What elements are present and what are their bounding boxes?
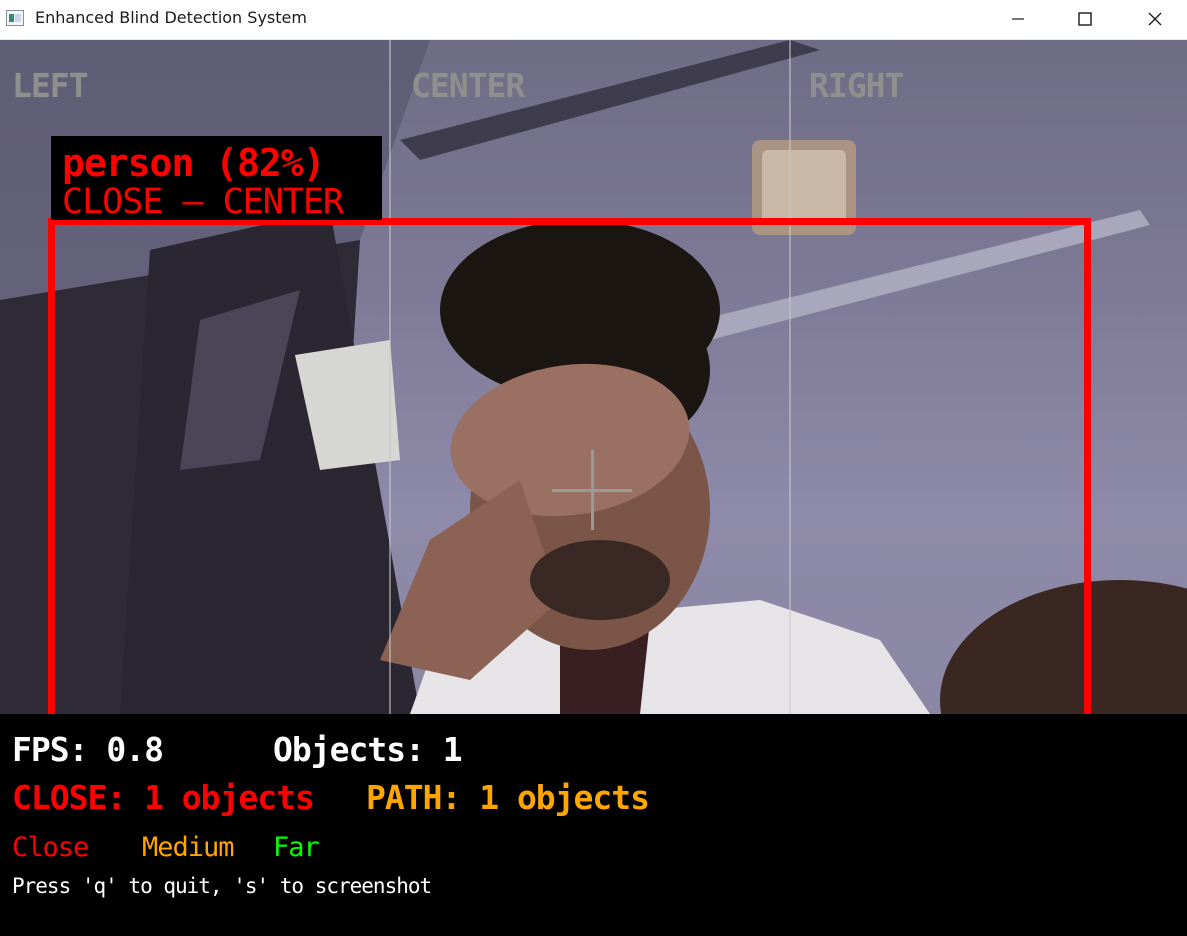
detection-proximity: CLOSE — CENTER [62,182,344,222]
legend-medium: Medium [142,832,235,863]
zone-label-center: CENTER [411,66,525,105]
legend-close: Close [12,832,89,863]
window-title: Enhanced Blind Detection System [35,8,307,27]
info-panel: FPS: 0.8 Objects: 1 CLOSE: 1 objects PAT… [0,714,1187,936]
path-objects-count: PATH: 1 objects [366,778,650,817]
legend-far: Far [273,832,320,863]
camera-feed: LEFT CENTER RIGHT person (82%) CLOSE — C… [0,40,1187,714]
objects-count: Objects: 1 [273,730,463,769]
fps-readout: FPS: 0.8 [12,730,164,769]
detection-label: person (82%) [62,141,326,185]
close-objects-count: CLOSE: 1 objects [12,778,315,817]
minimize-icon [1012,18,1024,20]
title-bar: Enhanced Blind Detection System [0,0,1187,40]
zone-label-right: RIGHT [809,66,904,105]
help-text: Press 'q' to quit, 's' to screenshot [12,874,432,898]
zone-label-left: LEFT [12,66,88,105]
close-icon [1148,12,1162,26]
maximize-button[interactable] [1050,0,1120,38]
app-window-icon [6,10,24,26]
crosshair-icon [552,450,632,530]
maximize-icon [1078,12,1092,26]
minimize-button[interactable] [983,0,1053,38]
close-button[interactable] [1120,0,1187,38]
